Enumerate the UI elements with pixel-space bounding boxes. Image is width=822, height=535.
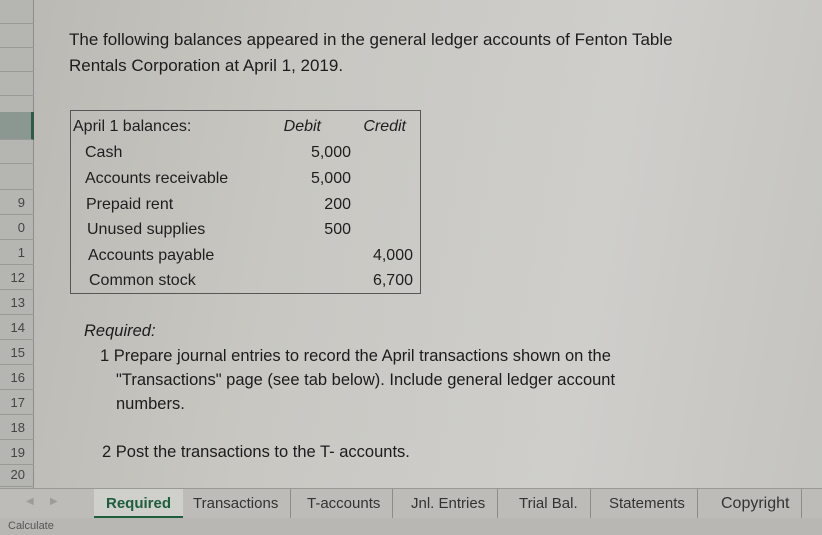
required-item-1-line-2: "Transactions" page (see tab below). Inc… [116, 371, 616, 389]
table-row: Common stock 6,700 [71, 268, 420, 293]
tab-transactions[interactable]: Transactions [181, 489, 292, 519]
row-header[interactable]: 0 [0, 216, 34, 240]
credit-header: Credit [363, 118, 406, 135]
row-header[interactable]: 13 [0, 291, 34, 315]
required-item-2: 2 Post the transactions to the T- accoun… [102, 443, 410, 461]
balances-table: April 1 balances: Debit Credit Cash 5,00… [70, 110, 421, 294]
row-header[interactable]: 19 [0, 441, 34, 465]
row-headers: 9 0 1 12 13 14 15 16 17 18 19 20 [0, 0, 34, 488]
row-header[interactable]: 18 [0, 416, 34, 440]
tab-copyright[interactable]: Copyright [709, 489, 803, 519]
table-row: Accounts receivable 5,000 [71, 166, 420, 191]
row-header[interactable]: 14 [0, 316, 34, 340]
row-header[interactable]: 17 [0, 391, 34, 415]
next-sheet-icon[interactable]: ▶ [50, 496, 58, 507]
status-bar: Calculate [0, 518, 822, 535]
credit-value: 6,700 [372, 272, 413, 289]
row-header[interactable]: 12 [0, 266, 34, 290]
prev-sheet-icon[interactable]: ◀ [26, 496, 34, 507]
row-header[interactable]: 16 [0, 366, 34, 390]
row-header[interactable]: 15 [0, 341, 34, 365]
table-row: Prepaid rent 200 [71, 192, 420, 217]
debit-value: 5,000 [310, 144, 351, 161]
row-header[interactable]: 20 [0, 463, 34, 487]
row-header[interactable]: 1 [0, 241, 34, 265]
debit-value: 5,000 [310, 170, 351, 187]
tab-required[interactable]: Required [94, 489, 184, 519]
required-title: Required: [84, 322, 156, 340]
row-header[interactable] [0, 24, 34, 48]
row-header[interactable] [0, 166, 34, 190]
required-item-1-line-1: 1 Prepare journal entries to record the … [100, 347, 611, 365]
tab-jnl-entries[interactable]: Jnl. Entries [399, 489, 499, 519]
table-row: Accounts payable 4,000 [71, 243, 420, 268]
row-header-selected[interactable] [0, 112, 34, 140]
row-header[interactable]: 9 [0, 191, 34, 215]
intro-text: The following balances appeared in the g… [69, 27, 789, 79]
table-row: Cash 5,000 [71, 140, 420, 165]
row-header[interactable] [0, 48, 34, 72]
account-name: Accounts payable [88, 247, 215, 264]
account-name: Prepaid rent [86, 196, 174, 213]
balances-title: April 1 balances: [73, 118, 192, 135]
debit-value: 500 [324, 221, 351, 238]
credit-value: 4,000 [372, 247, 413, 264]
tab-statements[interactable]: Statements [597, 489, 698, 519]
intro-line-2: Rentals Corporation at April 1, 2019. [69, 56, 344, 75]
required-item-1: 1 Prepare journal entries to record the … [84, 344, 724, 416]
row-header[interactable] [0, 140, 34, 164]
required-item-1-line-3: numbers. [116, 395, 185, 413]
tab-trial-bal[interactable]: Trial Bal. [507, 489, 591, 519]
account-name: Common stock [89, 272, 196, 289]
account-name: Unused supplies [87, 221, 206, 238]
row-header[interactable] [0, 72, 34, 96]
debit-header: Debit [283, 118, 321, 135]
balances-header-row: April 1 balances: Debit Credit [71, 114, 420, 139]
status-calculate[interactable]: Calculate [8, 520, 54, 532]
table-row: Unused supplies 500 [71, 217, 420, 242]
row-header[interactable] [0, 0, 34, 24]
account-name: Accounts receivable [85, 170, 229, 187]
required-section: Required: 1 Prepare journal entries to r… [84, 318, 724, 464]
debit-value: 200 [324, 196, 351, 213]
account-name: Cash [85, 144, 123, 161]
intro-line-1: The following balances appeared in the g… [69, 30, 673, 49]
tab-t-accounts[interactable]: T-accounts [295, 489, 394, 519]
sheet-tab-bar: ◀ ▶ Required Transactions T-accounts Jnl… [0, 488, 822, 519]
